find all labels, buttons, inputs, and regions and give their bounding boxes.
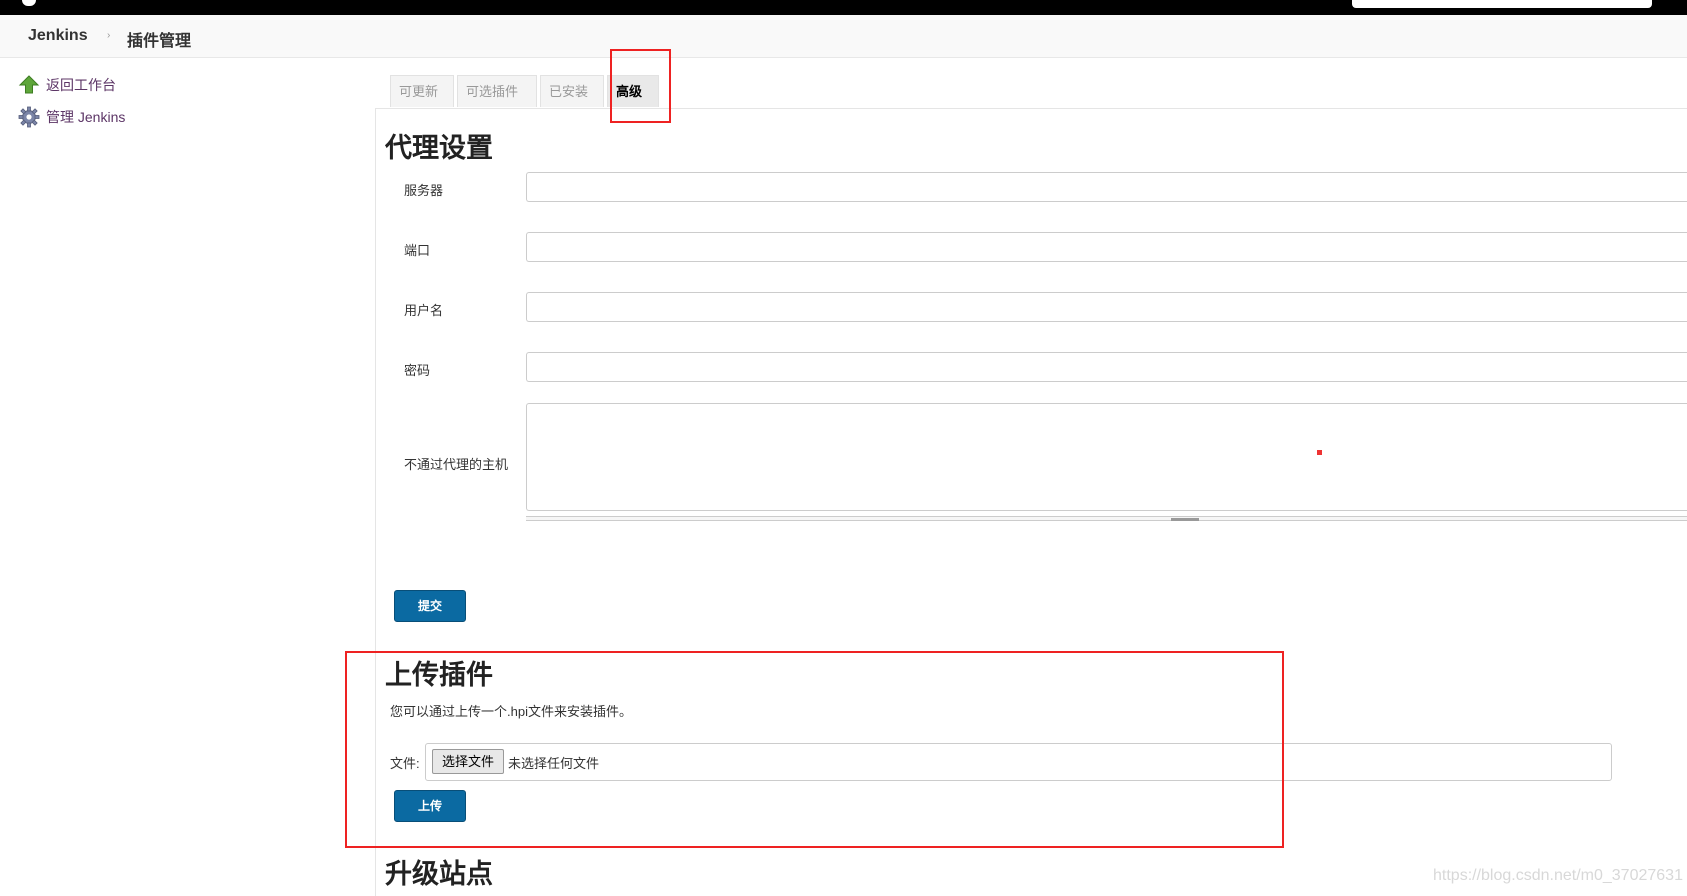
no-proxy-hosts-textarea[interactable] bbox=[526, 403, 1687, 511]
upload-button[interactable]: 上传 bbox=[394, 790, 466, 822]
proxy-settings-heading: 代理设置 bbox=[385, 133, 493, 163]
watermark: https://blog.csdn.net/m0_37027631 bbox=[1433, 867, 1683, 884]
sidebar-item-label: 管理 Jenkins bbox=[46, 109, 126, 125]
tab-available[interactable]: 可选插件 bbox=[457, 75, 537, 107]
jenkins-logo[interactable] bbox=[22, 0, 36, 6]
password-input[interactable] bbox=[526, 352, 1687, 382]
upload-plugin-heading: 上传插件 bbox=[385, 660, 493, 690]
server-label: 服务器 bbox=[404, 183, 444, 198]
tab-installed[interactable]: 已安装 bbox=[540, 75, 604, 107]
sidebar-item-manage-jenkins[interactable]: 管理 Jenkins bbox=[18, 105, 125, 129]
file-label: 文件: bbox=[390, 756, 420, 771]
username-input[interactable] bbox=[526, 292, 1687, 322]
sidebar-item-back-to-dashboard[interactable]: 返回工作台 bbox=[18, 73, 116, 97]
breadcrumb-jenkins[interactable]: Jenkins bbox=[28, 27, 88, 45]
search-box[interactable] bbox=[1352, 0, 1652, 8]
sidebar-item-label: 返回工作台 bbox=[46, 77, 116, 93]
update-site-heading: 升级站点 bbox=[385, 859, 493, 889]
no-proxy-hosts-label: 不通过代理的主机 bbox=[404, 457, 509, 472]
cursor-marker bbox=[1317, 450, 1322, 455]
gear-icon bbox=[18, 106, 40, 128]
textarea-resize-bar bbox=[526, 516, 1687, 521]
breadcrumb-separator-icon: › bbox=[107, 30, 111, 41]
submit-button[interactable]: 提交 bbox=[394, 590, 466, 622]
breadcrumb: Jenkins › 插件管理 bbox=[0, 15, 1687, 58]
file-input-field[interactable] bbox=[425, 743, 1612, 781]
file-status: 未选择任何文件 bbox=[508, 756, 600, 771]
port-label: 端口 bbox=[404, 243, 431, 258]
username-label: 用户名 bbox=[404, 303, 444, 318]
up-arrow-icon bbox=[18, 74, 40, 96]
breadcrumb-current[interactable]: 插件管理 bbox=[127, 27, 191, 51]
port-input[interactable] bbox=[526, 232, 1687, 262]
server-input[interactable] bbox=[526, 172, 1687, 202]
upload-description: 您可以通过上传一个.hpi文件来安装插件。 bbox=[390, 704, 632, 719]
tab-updates[interactable]: 可更新 bbox=[390, 75, 454, 107]
password-label: 密码 bbox=[404, 363, 431, 378]
top-header-bar bbox=[0, 0, 1687, 15]
choose-file-button[interactable]: 选择文件 bbox=[432, 749, 504, 774]
resize-grip-icon[interactable] bbox=[1171, 518, 1199, 521]
tab-advanced[interactable]: 高级 bbox=[607, 75, 659, 107]
